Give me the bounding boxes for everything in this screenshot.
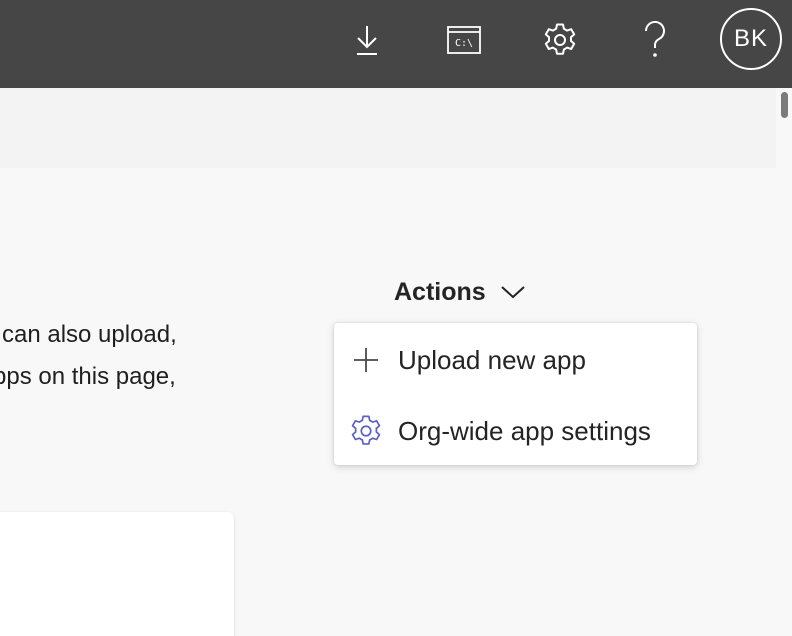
menu-item-label: Org-wide app settings: [398, 415, 651, 446]
description-line-1: can also upload,: [2, 321, 177, 348]
download-button[interactable]: [339, 0, 395, 80]
content-card: [0, 512, 234, 636]
actions-button[interactable]: Actions: [394, 272, 526, 312]
help-button[interactable]: [627, 0, 683, 80]
chevron-down-icon: [500, 278, 526, 307]
actions-menu: Upload new app Org-wide app settings: [334, 323, 697, 465]
scrollbar[interactable]: [776, 88, 792, 636]
plus-icon: [349, 343, 383, 377]
settings-icon: [542, 22, 578, 58]
scrollbar-thumb[interactable]: [781, 92, 788, 118]
console-button[interactable]: C:\: [436, 0, 492, 80]
top-bar: C:\ BK: [0, 0, 792, 88]
command-strip: [0, 88, 776, 168]
console-glyph: C:\: [455, 38, 473, 49]
avatar[interactable]: BK: [720, 8, 782, 70]
description-line-2: pps on this page,: [0, 363, 176, 390]
settings-button[interactable]: [532, 0, 588, 80]
actions-label: Actions: [394, 277, 486, 306]
console-icon: C:\: [447, 26, 481, 54]
menu-item-org-wide-app-settings[interactable]: Org-wide app settings: [334, 398, 697, 464]
gear-icon: [349, 414, 383, 448]
menu-item-label: Upload new app: [398, 344, 586, 375]
menu-item-upload-new-app[interactable]: Upload new app: [334, 327, 697, 393]
help-icon: [642, 21, 668, 59]
page-description: can also upload, pps on this page,: [0, 314, 177, 398]
page: C:\ BK can also upload, pps on this page…: [0, 0, 792, 636]
download-icon: [354, 23, 380, 57]
